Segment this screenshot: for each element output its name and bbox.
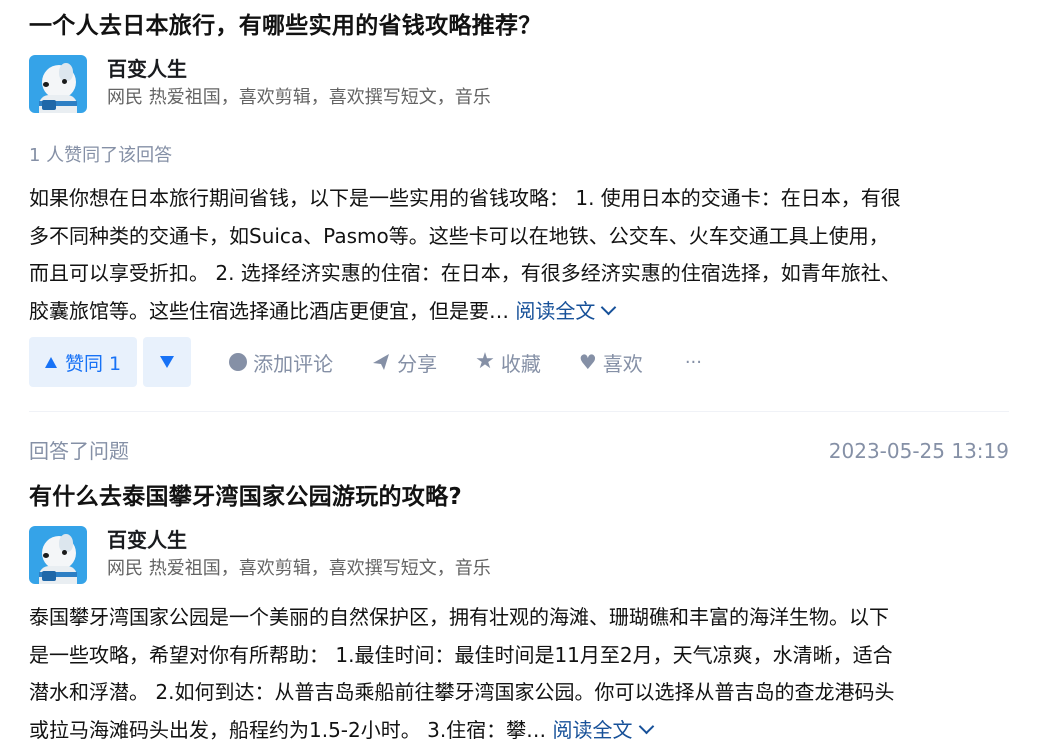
answer-content[interactable]: 泰国攀牙湾国家公园是一个美丽的自然保护区，拥有壮观的海滩、珊瑚礁和丰富的海洋生物… bbox=[29, 599, 1019, 749]
like-button[interactable]: ♥ 喜欢 bbox=[579, 348, 643, 377]
content-line: 而且可以享受折扣。 2. 选择经济实惠的住宿：在日本，有很多经济实惠的住宿选择，… bbox=[29, 261, 901, 285]
answer-content[interactable]: 如果你想在日本旅行期间省钱，以下是一些实用的省钱攻略： 1. 使用日本的交通卡：… bbox=[29, 180, 1019, 330]
share-button[interactable]: 分享 bbox=[371, 348, 437, 377]
comment-icon bbox=[229, 353, 248, 371]
question-title[interactable]: 有什么去泰国攀牙湾国家公园游玩的攻略? bbox=[29, 481, 462, 513]
triangle-down-icon bbox=[160, 356, 175, 368]
triangle-up-icon bbox=[45, 356, 57, 368]
content-line: 如果你想在日本旅行期间省钱，以下是一些实用的省钱攻略： 1. 使用日本的交通卡：… bbox=[29, 186, 901, 210]
voters-count: 1 人赞同了该回答 bbox=[29, 145, 173, 166]
author-headline: 网民 热爱祖国，喜欢剪辑，喜欢撰写短文，音乐 bbox=[107, 558, 491, 579]
content-line: 或拉马海滩码头出发，船程约为1.5-2小时。 3.住宿：攀… 阅读全文 bbox=[29, 712, 1019, 750]
chevron-down-icon bbox=[601, 299, 617, 315]
chevron-down-icon bbox=[638, 718, 654, 734]
upvote-button[interactable]: 赞同 1 bbox=[29, 337, 138, 387]
question-title[interactable]: 一个人去日本旅行，有哪些实用的省钱攻略推荐？ bbox=[29, 10, 542, 42]
avatar[interactable] bbox=[29, 526, 87, 584]
share-icon bbox=[373, 354, 390, 370]
author-name[interactable]: 百变人生 bbox=[107, 526, 491, 554]
star-icon: ★ bbox=[475, 349, 495, 374]
read-more-link[interactable]: 阅读全文 bbox=[515, 299, 617, 323]
activity-timestamp: 2023-05-25 13:19 bbox=[828, 439, 1009, 463]
content-line: 潜水和浮潜。 2.如何到达：从普吉岛乘船前往攀牙湾国家公园。你可以选择从普吉岛的… bbox=[29, 680, 895, 704]
author-headline: 网民 热爱祖国，喜欢剪辑，喜欢撰写短文，音乐 bbox=[107, 87, 491, 108]
activity-header: 回答了问题 2023-05-25 13:19 bbox=[29, 437, 1009, 465]
activity-label: 回答了问题 bbox=[29, 439, 129, 463]
author-info: 百变人生 网民 热爱祖国，喜欢剪辑，喜欢撰写短文，音乐 bbox=[29, 55, 491, 113]
read-more-link[interactable]: 阅读全文 bbox=[553, 718, 654, 742]
content-line: 多不同种类的交通卡，如Suica、Pasmo等。这些卡可以在地铁、公交车、火车交… bbox=[29, 223, 889, 248]
comment-button[interactable]: 添加评论 bbox=[229, 348, 333, 377]
author-name[interactable]: 百变人生 bbox=[107, 55, 491, 83]
collect-button[interactable]: ★ 收藏 bbox=[475, 348, 541, 377]
heart-icon: ♥ bbox=[578, 350, 597, 374]
downvote-button[interactable] bbox=[143, 337, 192, 387]
more-button[interactable]: ··· bbox=[685, 352, 702, 373]
content-line: 胶囊旅馆等。这些住宿选择通比酒店更便宜，但是要… 阅读全文 bbox=[29, 293, 1019, 331]
avatar[interactable] bbox=[29, 55, 87, 113]
divider bbox=[29, 411, 1009, 412]
content-line: 是一些攻略，希望对你有所帮助： 1.最佳时间：最佳时间是11月至2月，天气凉爽，… bbox=[29, 642, 893, 667]
author-info: 百变人生 网民 热爱祖国，喜欢剪辑，喜欢撰写短文，音乐 bbox=[29, 526, 491, 584]
action-bar: 赞同 1 添加评论 分享 ★ 收藏 ♥ 喜欢 ··· bbox=[29, 337, 702, 387]
content-line: 泰国攀牙湾国家公园是一个美丽的自然保护区，拥有壮观的海滩、珊瑚礁和丰富的海洋生物… bbox=[29, 605, 889, 629]
